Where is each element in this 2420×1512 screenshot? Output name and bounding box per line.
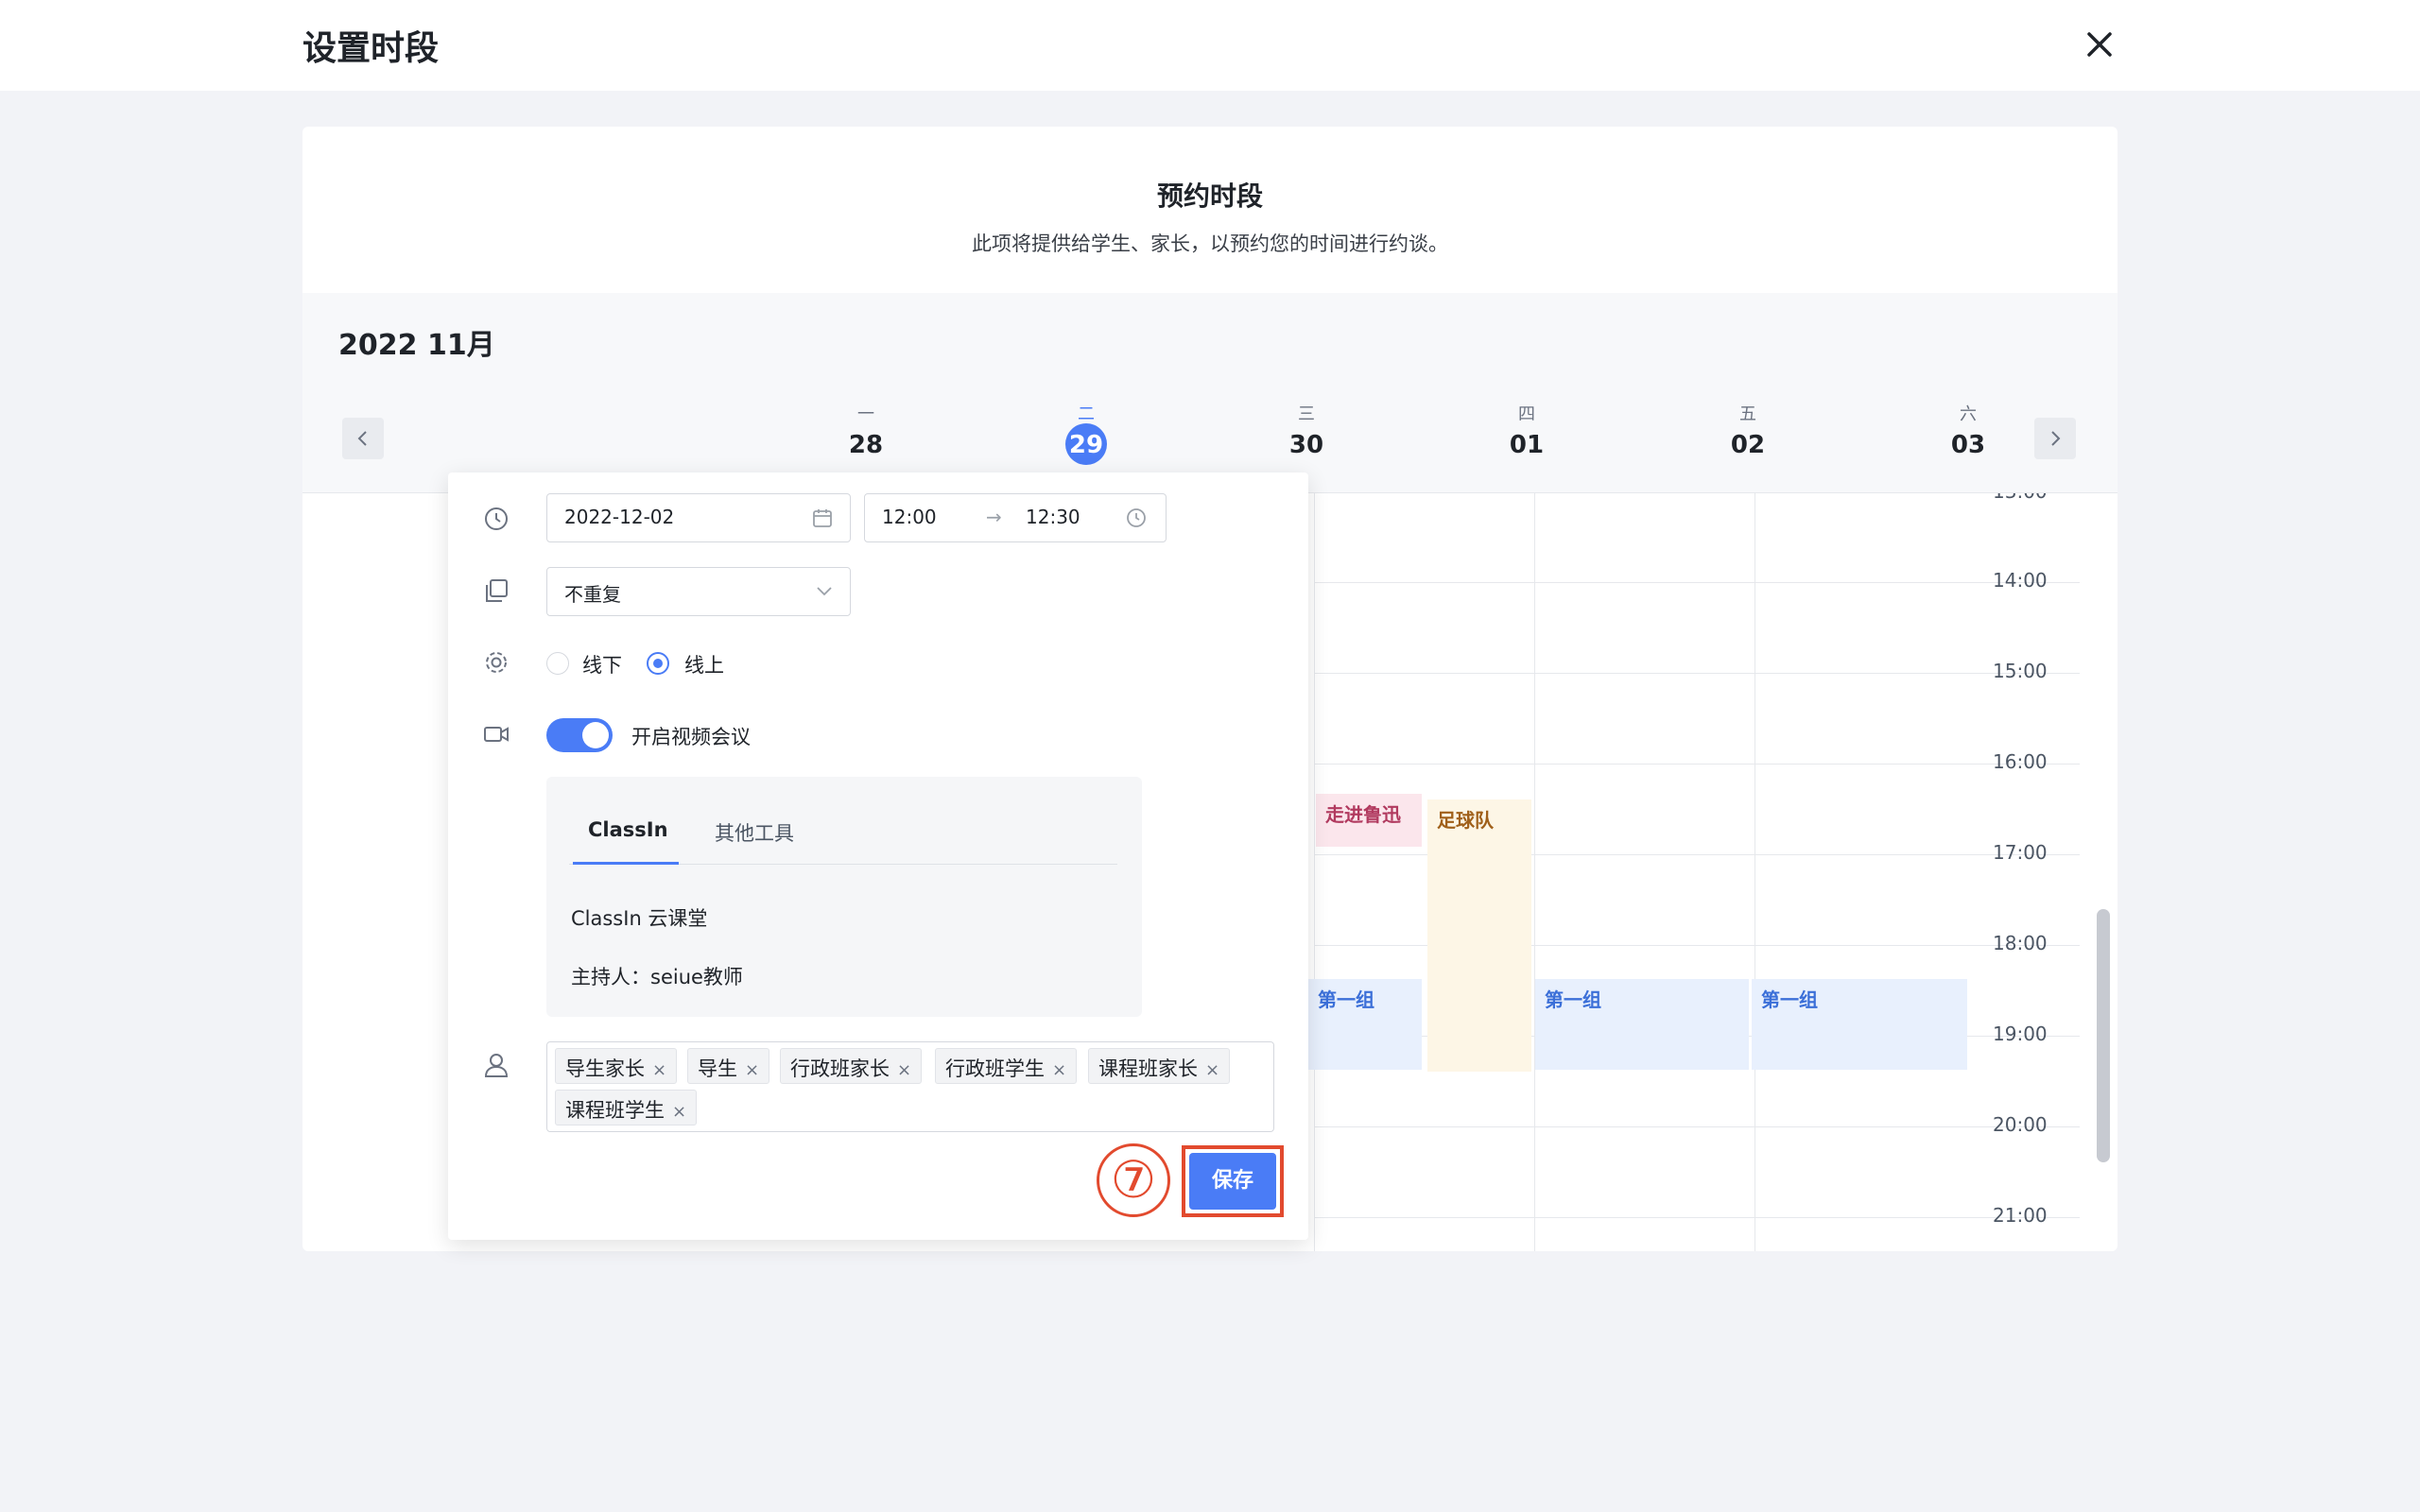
calendar-icon xyxy=(813,509,832,527)
tab-active-indicator xyxy=(573,862,679,865)
date-label: 28 xyxy=(848,431,884,459)
time-range-picker[interactable]: 12:00 → 12:30 xyxy=(864,493,1167,542)
grid-row-divider xyxy=(1314,673,2080,674)
chevron-left-icon xyxy=(357,431,367,446)
month-label: 2022 11月 xyxy=(338,329,495,362)
weekday-label: 五 xyxy=(1739,404,1756,424)
time-label: 18:00 xyxy=(1993,932,2048,954)
date-label: 02 xyxy=(1730,431,1766,459)
date-value: 2022-12-02 xyxy=(564,506,675,528)
time-label: 17:00 xyxy=(1993,841,2048,864)
calendar-event[interactable]: 足球队 xyxy=(1427,799,1531,1072)
month-bar: 2022 11月 xyxy=(302,293,2118,384)
radio-online-label: 线上 xyxy=(684,654,724,677)
prev-week-button[interactable] xyxy=(342,418,384,459)
meeting-tool-panel: ClassIn 其他工具 ClassIn 云课堂 主持人：seiue教师 xyxy=(546,777,1142,1017)
remove-tag-icon[interactable]: × xyxy=(672,1102,686,1122)
page-title: 设置时段 xyxy=(302,29,440,68)
next-week-button[interactable] xyxy=(2034,418,2076,459)
chevron-right-icon xyxy=(2051,431,2061,446)
time-label: 14:00 xyxy=(1993,569,2048,592)
remove-tag-icon[interactable]: × xyxy=(1205,1060,1219,1080)
grid-row-divider xyxy=(1314,764,2080,765)
save-button[interactable]: 保存 xyxy=(1189,1153,1276,1210)
grid-row-divider xyxy=(1314,1126,2080,1127)
participant-tag: 行政班家长 × xyxy=(780,1048,923,1084)
time-label: 16:00 xyxy=(1993,750,2048,773)
close-icon[interactable] xyxy=(2080,25,2119,64)
time-label: 19:00 xyxy=(1993,1022,2048,1045)
video-meeting-toggle[interactable] xyxy=(546,718,613,752)
weekday-label: 一 xyxy=(857,404,874,424)
participants-select[interactable]: 导生家长 × 导生 × 行政班家长 × 行政班学生 × 课程班家长 × 课程班学生 × xyxy=(546,1041,1274,1132)
grid-column-divider xyxy=(1754,493,1755,1251)
weekday-label: 六 xyxy=(1960,404,1977,424)
time-label: 20:00 xyxy=(1993,1113,2048,1136)
top-bar: 设置时段 xyxy=(0,0,2420,91)
toggle-knob xyxy=(582,722,609,748)
date-label: 30 xyxy=(1288,431,1324,459)
grid-column-divider xyxy=(1534,493,1535,1251)
participant-tag: 行政班学生 × xyxy=(935,1048,1078,1084)
video-meeting-label: 开启视频会议 xyxy=(631,726,751,748)
tool-name: ClassIn 云课堂 xyxy=(571,907,708,930)
calendar-event[interactable]: 第一组 xyxy=(1752,979,1967,1070)
radio-online[interactable] xyxy=(647,652,669,675)
participant-tag-label: 课程班家长 xyxy=(1098,1057,1198,1080)
tab-classin[interactable]: ClassIn xyxy=(588,818,668,841)
section-heading: 预约时段 xyxy=(1156,180,1263,212)
clock-icon xyxy=(1127,508,1146,527)
time-end-value: 12:30 xyxy=(1026,506,1080,528)
chevron-down-icon xyxy=(817,587,832,596)
participant-tag-label: 导生 xyxy=(698,1057,737,1080)
remove-tag-icon[interactable]: × xyxy=(897,1060,911,1080)
section-description: 此项将提供给学生、家长，以预约您的时间进行约谈。 xyxy=(972,232,1448,255)
participant-tag: 课程班学生 × xyxy=(555,1090,698,1125)
radio-offline[interactable] xyxy=(546,652,569,675)
video-camera-icon xyxy=(482,720,510,748)
remove-tag-icon[interactable]: × xyxy=(652,1060,666,1080)
tab-other-tools[interactable]: 其他工具 xyxy=(715,818,794,847)
time-label: 13:00 xyxy=(1993,493,2048,503)
calendar-scrollbar[interactable] xyxy=(2097,909,2110,1162)
participant-tag-label: 导生家长 xyxy=(565,1057,645,1080)
participant-tag-label: 行政班学生 xyxy=(945,1057,1045,1080)
remove-tag-icon[interactable]: × xyxy=(745,1060,759,1080)
grid-column-divider xyxy=(1314,493,1315,1251)
slot-form-popup: 2022-12-02 12:00 → 12:30 不重复 线下 线上 开启视频会… xyxy=(448,472,1308,1240)
date-label: 03 xyxy=(1950,431,1986,459)
date-picker[interactable]: 2022-12-02 xyxy=(546,493,851,542)
step-marker: ⑦ xyxy=(1097,1143,1170,1217)
time-label: 21:00 xyxy=(1993,1204,2048,1227)
participant-tag: 课程班家长 × xyxy=(1088,1048,1231,1084)
weekday-label: 二 xyxy=(1078,404,1095,424)
calendar-event[interactable]: 走进鲁迅 xyxy=(1316,794,1422,847)
remove-tag-icon[interactable]: × xyxy=(1052,1060,1066,1080)
grid-row-divider xyxy=(1314,1217,2080,1218)
calendar-event[interactable]: 第一组 xyxy=(1308,979,1422,1070)
repeat-value: 不重复 xyxy=(564,583,621,606)
grid-row-divider xyxy=(1314,582,2080,583)
time-label: 15:00 xyxy=(1993,660,2048,682)
participant-tag: 导生家长 × xyxy=(555,1048,678,1084)
clock-icon xyxy=(482,505,510,533)
participant-tag-label: 行政班家长 xyxy=(790,1057,890,1080)
copy-icon xyxy=(482,576,510,605)
participant-tag: 导生 × xyxy=(687,1048,770,1084)
time-start-value: 12:00 xyxy=(882,506,937,528)
time-arrow: → xyxy=(986,506,1002,528)
date-label: 29 xyxy=(1068,431,1104,459)
repeat-select[interactable]: 不重复 xyxy=(546,567,851,616)
radio-offline-label: 线下 xyxy=(582,654,622,677)
user-icon xyxy=(482,1051,510,1079)
calendar-event[interactable]: 第一组 xyxy=(1535,979,1749,1070)
date-label: 01 xyxy=(1509,431,1545,459)
weekday-label: 四 xyxy=(1518,404,1535,424)
participant-tag-label: 课程班学生 xyxy=(565,1099,665,1122)
host-label: 主持人：seiue教师 xyxy=(571,966,743,988)
weekday-label: 三 xyxy=(1298,404,1315,424)
gear-icon xyxy=(482,648,510,677)
